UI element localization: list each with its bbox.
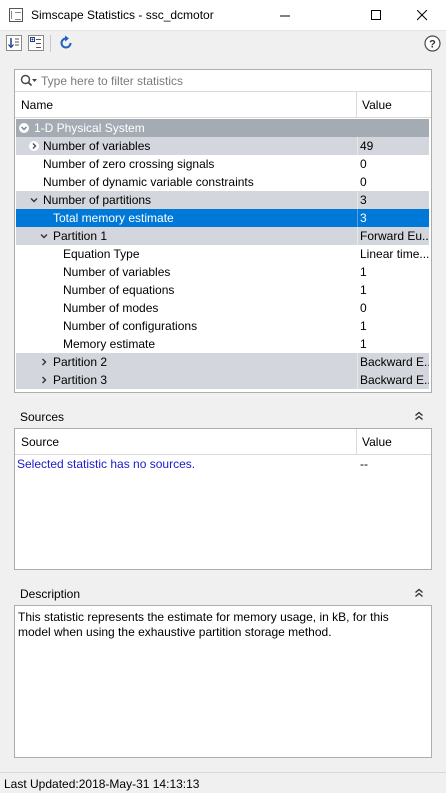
description-text: This statistic represents the estimate f… [18, 610, 389, 639]
collapse-toggle-icon[interactable] [19, 123, 29, 133]
search-icon [20, 74, 37, 87]
minimize-icon [279, 15, 290, 16]
tree-row-p1-modes[interactable]: Number of modes 0 [16, 299, 429, 317]
row-name: Number of modes [63, 301, 159, 315]
source-value: -- [357, 455, 429, 473]
help-button[interactable]: ? [423, 34, 441, 52]
tree-row-partition-2[interactable]: Partition 2 Backward E... [16, 353, 429, 371]
source-name: Selected statistic has no sources. [17, 457, 196, 471]
help-icon: ? [423, 34, 441, 52]
status-bar: Last Updated:2018-May-31 14:13:13 [0, 772, 446, 793]
last-updated-text: Last Updated:2018-May-31 14:13:13 [4, 777, 200, 791]
tree-row-equation-type[interactable]: Equation Type Linear time... [16, 245, 429, 263]
minimize-button[interactable] [262, 0, 308, 30]
tree-row-p1-variables[interactable]: Number of variables 1 [16, 263, 429, 281]
row-value: 1 [357, 335, 429, 353]
maximize-icon [370, 9, 381, 20]
sort-icon [6, 35, 22, 51]
svg-text:?: ? [429, 38, 436, 50]
row-name: Number of dynamic variable constraints [43, 175, 254, 189]
tree-row-partition-1[interactable]: Partition 1 Forward Eu... [16, 227, 429, 245]
expand-collapse-button[interactable] [27, 34, 45, 52]
tree-row-dynamic-constraints[interactable]: Number of dynamic variable constraints 0 [16, 173, 429, 191]
close-button[interactable] [399, 0, 445, 30]
column-header-value[interactable]: Value [356, 92, 428, 118]
row-value: 0 [357, 173, 429, 191]
description-section-header: Description [14, 583, 432, 605]
toolbar: ? [0, 31, 446, 57]
tree-row-p1-configurations[interactable]: Number of configurations 1 [16, 317, 429, 335]
row-name: Total memory estimate [53, 211, 174, 225]
collapse-toggle-icon[interactable] [29, 195, 39, 205]
row-name: Number of equations [63, 283, 175, 297]
refresh-icon [60, 35, 72, 49]
row-value: 0 [357, 299, 429, 317]
sources-title: Sources [20, 410, 65, 424]
row-value: Backward E... [357, 371, 429, 389]
row-name: Number of zero crossing signals [43, 157, 215, 171]
refresh-button[interactable] [57, 34, 75, 52]
tree-row-total-memory[interactable]: Total memory estimate 3 [16, 209, 429, 227]
row-name: Partition 1 [53, 229, 108, 243]
collapse-section-icon[interactable] [414, 411, 424, 421]
row-name: Partition 2 [53, 355, 108, 369]
description-panel: This statistic represents the estimate f… [14, 605, 432, 758]
column-header-name[interactable]: Name [21, 98, 53, 112]
collapse-section-icon[interactable] [414, 588, 424, 598]
title-bar: Simscape Statistics - ssc_dcmotor [0, 0, 446, 31]
close-icon [416, 9, 427, 20]
expand-toggle-icon[interactable] [29, 141, 39, 151]
tree-row-p1-equations[interactable]: Number of equations 1 [16, 281, 429, 299]
expand-toggle-icon[interactable] [39, 357, 49, 367]
sources-panel: Source Value Selected statistic has no s… [14, 428, 432, 570]
row-value: 49 [357, 137, 429, 155]
tree-row-num-partitions[interactable]: Number of partitions 3 [16, 191, 429, 209]
row-value: 0 [357, 155, 429, 173]
row-name: Equation Type [63, 247, 140, 261]
description-title: Description [20, 587, 81, 601]
row-name: Number of configurations [63, 319, 198, 333]
maximize-button[interactable] [353, 0, 399, 30]
stats-table-header: Name Value [15, 92, 431, 118]
filter-input[interactable] [41, 73, 421, 88]
collapse-toggle-icon[interactable] [39, 231, 49, 241]
filter-bar [15, 70, 431, 92]
toolbar-separator [50, 35, 51, 52]
row-value: 1 [357, 281, 429, 299]
row-name: Memory estimate [63, 337, 156, 351]
sources-section-header: Sources [14, 406, 432, 428]
row-value: 3 [357, 191, 429, 209]
expand-collapse-icon [28, 35, 44, 51]
column-header-source[interactable]: Source [21, 435, 59, 449]
row-value: 3 [357, 209, 429, 227]
column-header-value[interactable]: Value [356, 429, 428, 455]
row-value: Backward E... [357, 353, 429, 371]
row-value: Forward Eu... [357, 227, 429, 245]
sort-button[interactable] [5, 34, 23, 52]
tree-row-partition-3[interactable]: Partition 3 Backward E... [16, 371, 429, 389]
tree-row-zero-crossing[interactable]: Number of zero crossing signals 0 [16, 155, 429, 173]
row-value: 1 [357, 317, 429, 335]
row-name: Number of variables [43, 139, 151, 153]
statistics-panel: Name Value 1-D Physical System Number of… [14, 69, 432, 393]
app-icon [9, 8, 23, 22]
tree-row-p1-memory[interactable]: Memory estimate 1 [16, 335, 429, 353]
row-name: 1-D Physical System [34, 121, 145, 135]
expand-toggle-icon[interactable] [39, 375, 49, 385]
row-name: Partition 3 [53, 373, 108, 387]
tree-row-system[interactable]: 1-D Physical System [16, 119, 429, 137]
row-name: Number of variables [63, 265, 171, 279]
sources-table-header: Source Value [15, 429, 431, 455]
row-value: Linear time... [357, 245, 429, 263]
sources-row[interactable]: Selected statistic has no sources. -- [16, 455, 429, 473]
tree-row-num-variables[interactable]: Number of variables 49 [16, 137, 429, 155]
window-title: Simscape Statistics - ssc_dcmotor [31, 8, 214, 22]
row-value: 1 [357, 263, 429, 281]
row-name: Number of partitions [43, 193, 152, 207]
